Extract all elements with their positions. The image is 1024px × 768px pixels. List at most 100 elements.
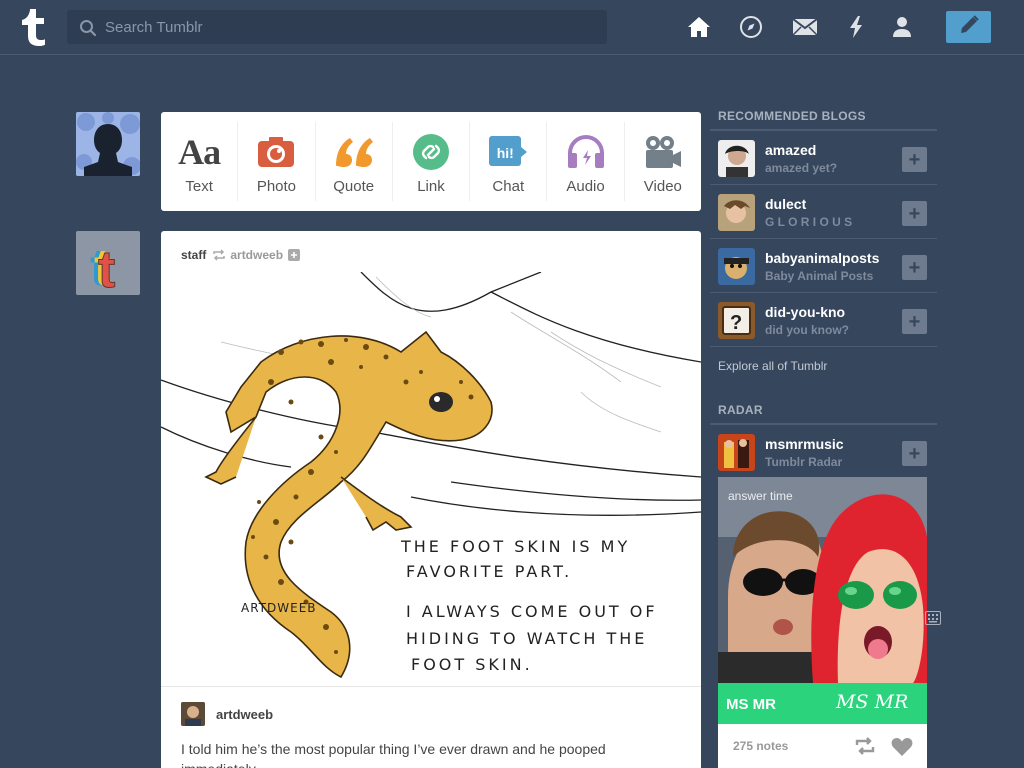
follow-button[interactable]: +	[902, 147, 927, 172]
blog-avatar[interactable]	[718, 248, 755, 285]
artdweeb-avatar[interactable]	[181, 702, 205, 726]
recommended-blog-row[interactable]: dulect G L O R I O U S +	[710, 185, 937, 239]
post-header: staff artdweeb	[181, 247, 301, 263]
drawing-text-line-5: FOOT SKIN.	[411, 655, 533, 674]
chat-icon: hi!	[488, 132, 528, 172]
search-bar[interactable]	[67, 10, 607, 44]
keyboard-shortcuts-icon[interactable]	[925, 611, 941, 630]
radar-post-image[interactable]: answer time MS MR MS MR	[718, 477, 927, 724]
blog-description: Tumblr Radar	[765, 455, 843, 469]
search-icon	[79, 19, 97, 42]
headphones-icon	[566, 132, 606, 172]
reblog-trail-header: artdweeb	[181, 702, 273, 726]
follow-plus-icon[interactable]	[288, 249, 301, 261]
dashboard-post: staff artdweeb THE FOOT SKIN IS MY FAVOR…	[161, 231, 701, 768]
radar-caption-left: MS MR	[726, 696, 776, 713]
camera-icon	[257, 132, 295, 172]
explore-all-link[interactable]: Explore all of Tumblr	[710, 347, 937, 385]
staff-avatar[interactable]: t t t	[76, 231, 140, 295]
activity-lightning-icon[interactable]	[843, 14, 869, 40]
link-icon	[412, 132, 450, 172]
recommended-blog-row[interactable]: babyanimalposts Baby Animal Posts +	[710, 239, 937, 293]
post-type-selector: Aa Text Photo Quote Link hi! Chat Audio	[161, 112, 701, 211]
radar-title: RADAR	[710, 397, 937, 425]
post-type-label: Link	[417, 178, 445, 195]
follow-button[interactable]: +	[902, 201, 927, 226]
post-type-link[interactable]: Link	[393, 122, 471, 201]
right-sidebar: RECOMMENDED BLOGS amazed amazed yet? + d…	[710, 103, 937, 768]
explore-compass-icon[interactable]	[738, 14, 764, 40]
post-type-label: Text	[185, 178, 213, 195]
pencil-icon	[958, 14, 980, 41]
search-input[interactable]	[105, 10, 585, 44]
drawing-text-line-2: FAVORITE PART.	[406, 562, 572, 581]
follow-button[interactable]: +	[902, 309, 927, 334]
recommended-blogs-title: RECOMMENDED BLOGS	[710, 103, 937, 131]
account-user-icon[interactable]	[889, 14, 915, 40]
reblog-icon	[212, 249, 226, 261]
like-heart-icon[interactable]	[891, 737, 913, 762]
quote-icon	[333, 132, 375, 172]
drawing-signature: ARTDWEEB	[241, 601, 317, 615]
reblogger-name-link[interactable]: artdweeb	[216, 707, 273, 722]
post-type-quote[interactable]: Quote	[316, 122, 393, 201]
radar-post-footer: 275 notes	[718, 724, 927, 768]
post-author-link[interactable]: staff	[181, 248, 206, 262]
blog-name: did-you-kno	[765, 304, 846, 320]
notes-count[interactable]: 275 notes	[733, 739, 788, 753]
post-divider	[161, 686, 701, 687]
post-type-video[interactable]: Video	[625, 122, 701, 201]
recommended-blog-row[interactable]: amazed amazed yet? +	[710, 131, 937, 185]
video-camera-icon	[644, 132, 682, 172]
drawing-text-line-3: I ALWAYS COME OUT OF	[406, 602, 658, 621]
plus-icon: +	[908, 442, 921, 465]
blog-description: amazed yet?	[765, 161, 838, 175]
post-type-chat[interactable]: hi! Chat	[470, 122, 548, 201]
post-type-label: Photo	[256, 178, 297, 195]
post-caption: I told him he’s the most popular thing I…	[181, 741, 606, 768]
reblog-icon[interactable]	[854, 737, 876, 760]
home-icon[interactable]	[686, 14, 712, 40]
plus-icon: +	[908, 202, 921, 225]
follow-button[interactable]: +	[902, 255, 927, 280]
post-type-photo[interactable]: Photo	[238, 122, 316, 201]
post-type-audio[interactable]: Audio	[547, 122, 625, 201]
tumblr-logo-icon[interactable]	[18, 8, 50, 46]
my-avatar[interactable]	[76, 112, 140, 176]
radar-caption-bar: MS MR MS MR	[718, 683, 927, 724]
text-icon: Aa	[178, 132, 221, 172]
blog-avatar[interactable]: ?	[718, 302, 755, 339]
post-type-text[interactable]: Aa Text	[161, 122, 239, 201]
blog-name: amazed	[765, 142, 817, 158]
post-type-label: Quote	[333, 178, 375, 195]
blog-avatar[interactable]	[718, 434, 755, 471]
compose-post-button[interactable]	[946, 11, 991, 43]
reblogged-from-link[interactable]: artdweeb	[230, 248, 283, 262]
radar-blog-row[interactable]: msmrmusic Tumblr Radar +	[710, 425, 937, 477]
plus-icon: +	[908, 148, 921, 171]
blog-description: G L O R I O U S	[765, 215, 853, 229]
recommended-blog-row[interactable]: ? did-you-kno did you know? +	[710, 293, 937, 347]
blog-name: msmrmusic	[765, 436, 844, 452]
post-image-gecko-drawing[interactable]: THE FOOT SKIN IS MY FAVORITE PART. I ALW…	[161, 271, 701, 687]
blog-name: babyanimalposts	[765, 250, 880, 266]
top-header	[0, 0, 1024, 55]
radar-overlay-text: answer time	[728, 489, 793, 503]
post-type-label: Chat	[492, 178, 525, 195]
drawing-text-line-1: THE FOOT SKIN IS MY	[400, 537, 630, 556]
radar-caption-signature: MS MR	[836, 691, 909, 713]
radar-post-card: answer time MS MR MS MR 275 notes	[718, 477, 927, 768]
inbox-mail-icon[interactable]	[792, 14, 818, 40]
blog-description: did you know?	[765, 323, 849, 337]
follow-button[interactable]: +	[902, 441, 927, 466]
svg-text:?: ?	[730, 312, 742, 334]
blog-name: dulect	[765, 196, 807, 212]
blog-avatar[interactable]	[718, 140, 755, 177]
svg-text:t: t	[98, 241, 115, 295]
plus-icon: +	[908, 310, 921, 333]
drawing-text-line-4: HIDING TO WATCH THE	[406, 629, 647, 648]
blog-description: Baby Animal Posts	[765, 269, 874, 283]
post-type-label: Video	[643, 178, 682, 195]
post-type-label: Audio	[566, 178, 605, 195]
blog-avatar[interactable]	[718, 194, 755, 231]
